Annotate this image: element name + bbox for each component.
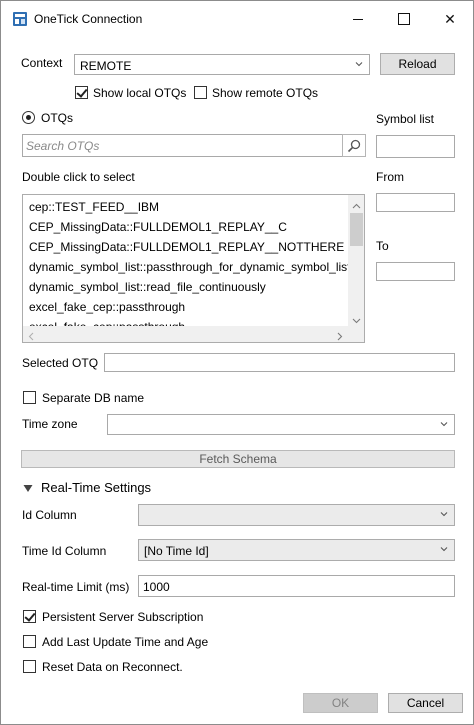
symbol-list-label: Symbol list bbox=[376, 112, 435, 126]
time-zone-label: Time zone bbox=[22, 417, 78, 431]
chevron-down-icon bbox=[440, 545, 448, 553]
horizontal-scrollbar[interactable] bbox=[23, 326, 348, 342]
otqs-radio-label: OTQs bbox=[41, 111, 73, 125]
search-otqs-input[interactable]: Search OTQs bbox=[22, 134, 343, 157]
title-bar: OneTick Connection ✕ bbox=[1, 1, 473, 37]
close-button[interactable]: ✕ bbox=[427, 1, 473, 37]
realtime-limit-label: Real-time Limit (ms) bbox=[22, 580, 130, 594]
window-title: OneTick Connection bbox=[34, 12, 143, 26]
add-last-update-label: Add Last Update Time and Age bbox=[42, 635, 209, 649]
otq-list[interactable]: cep::TEST_FEED__IBM CEP_MissingData::FUL… bbox=[22, 194, 365, 343]
search-otqs-placeholder: Search OTQs bbox=[26, 139, 100, 153]
list-item[interactable]: cep::TEST_FEED__IBM bbox=[29, 200, 159, 214]
reset-data-checkbox[interactable] bbox=[23, 660, 36, 673]
time-zone-combo[interactable] bbox=[107, 414, 455, 435]
list-item[interactable]: CEP_MissingData::FULLDEMOL1_REPLAY__C bbox=[29, 220, 287, 234]
id-column-combo[interactable] bbox=[138, 504, 455, 526]
list-item[interactable]: dynamic_symbol_list::read_file_continuou… bbox=[29, 280, 266, 294]
separate-db-label: Separate DB name bbox=[42, 391, 145, 405]
persistent-subscription-label: Persistent Server Subscription bbox=[42, 610, 204, 624]
scroll-down-icon[interactable] bbox=[352, 313, 361, 327]
onetick-connection-dialog: OneTick Connection ✕ Context REMOTE Relo… bbox=[0, 0, 474, 725]
realtime-limit-value: 1000 bbox=[143, 580, 170, 594]
list-item[interactable]: CEP_MissingData::FULLDEMOL1_REPLAY__NOTT… bbox=[29, 240, 344, 254]
maximize-button[interactable] bbox=[381, 1, 427, 37]
search-icon bbox=[347, 139, 361, 152]
scroll-up-icon[interactable] bbox=[352, 199, 361, 213]
chevron-down-icon bbox=[355, 60, 363, 68]
reload-button[interactable]: Reload bbox=[380, 53, 455, 75]
chevron-down-icon bbox=[440, 510, 448, 518]
symbol-list-input[interactable] bbox=[376, 135, 455, 158]
realtime-settings-header[interactable]: Real-Time Settings bbox=[41, 480, 151, 495]
time-id-column-combo[interactable]: [No Time Id] bbox=[138, 539, 455, 561]
vertical-scroll-thumb[interactable] bbox=[350, 213, 363, 246]
close-icon: ✕ bbox=[444, 10, 456, 27]
list-item[interactable]: dynamic_symbol_list::passthrough_for_dyn… bbox=[29, 260, 350, 274]
from-input[interactable] bbox=[376, 193, 455, 212]
chevron-down-icon bbox=[440, 420, 448, 428]
show-local-otqs-label: Show local OTQs bbox=[93, 86, 187, 100]
vertical-scrollbar[interactable] bbox=[348, 195, 364, 327]
add-last-update-checkbox[interactable] bbox=[23, 635, 36, 648]
from-label: From bbox=[376, 170, 404, 184]
list-item[interactable]: excel_fake_cep::passthrough bbox=[29, 300, 185, 314]
realtime-limit-input[interactable]: 1000 bbox=[138, 575, 455, 597]
context-label: Context bbox=[21, 56, 63, 70]
otqs-radio[interactable] bbox=[22, 111, 35, 124]
selected-otq-label: Selected OTQ bbox=[22, 356, 99, 370]
to-input[interactable] bbox=[376, 262, 455, 281]
collapse-triangle-icon[interactable] bbox=[23, 482, 33, 496]
context-value: REMOTE bbox=[80, 59, 132, 73]
double-click-hint: Double click to select bbox=[22, 170, 135, 184]
fetch-schema-button[interactable]: Fetch Schema bbox=[21, 450, 455, 468]
scroll-left-icon[interactable] bbox=[28, 330, 35, 342]
separate-db-checkbox[interactable] bbox=[23, 391, 36, 404]
cancel-button[interactable]: Cancel bbox=[388, 693, 463, 713]
selected-otq-input[interactable] bbox=[104, 353, 455, 372]
context-combo[interactable]: REMOTE bbox=[74, 54, 370, 75]
minimize-button[interactable] bbox=[335, 1, 381, 37]
app-icon bbox=[13, 12, 27, 26]
ok-button[interactable]: OK bbox=[303, 693, 378, 713]
show-remote-otqs-checkbox[interactable] bbox=[194, 86, 207, 99]
search-button[interactable] bbox=[342, 134, 366, 157]
show-local-otqs-checkbox[interactable] bbox=[75, 86, 88, 99]
persistent-subscription-checkbox[interactable] bbox=[23, 610, 36, 623]
show-remote-otqs-label: Show remote OTQs bbox=[212, 86, 319, 100]
time-id-column-value: [No Time Id] bbox=[144, 544, 209, 558]
reset-data-label: Reset Data on Reconnect. bbox=[42, 660, 183, 674]
scroll-right-icon[interactable] bbox=[336, 330, 343, 342]
scroll-corner bbox=[348, 326, 364, 342]
time-id-column-label: Time Id Column bbox=[22, 544, 107, 558]
id-column-label: Id Column bbox=[22, 508, 77, 522]
to-label: To bbox=[376, 239, 389, 253]
